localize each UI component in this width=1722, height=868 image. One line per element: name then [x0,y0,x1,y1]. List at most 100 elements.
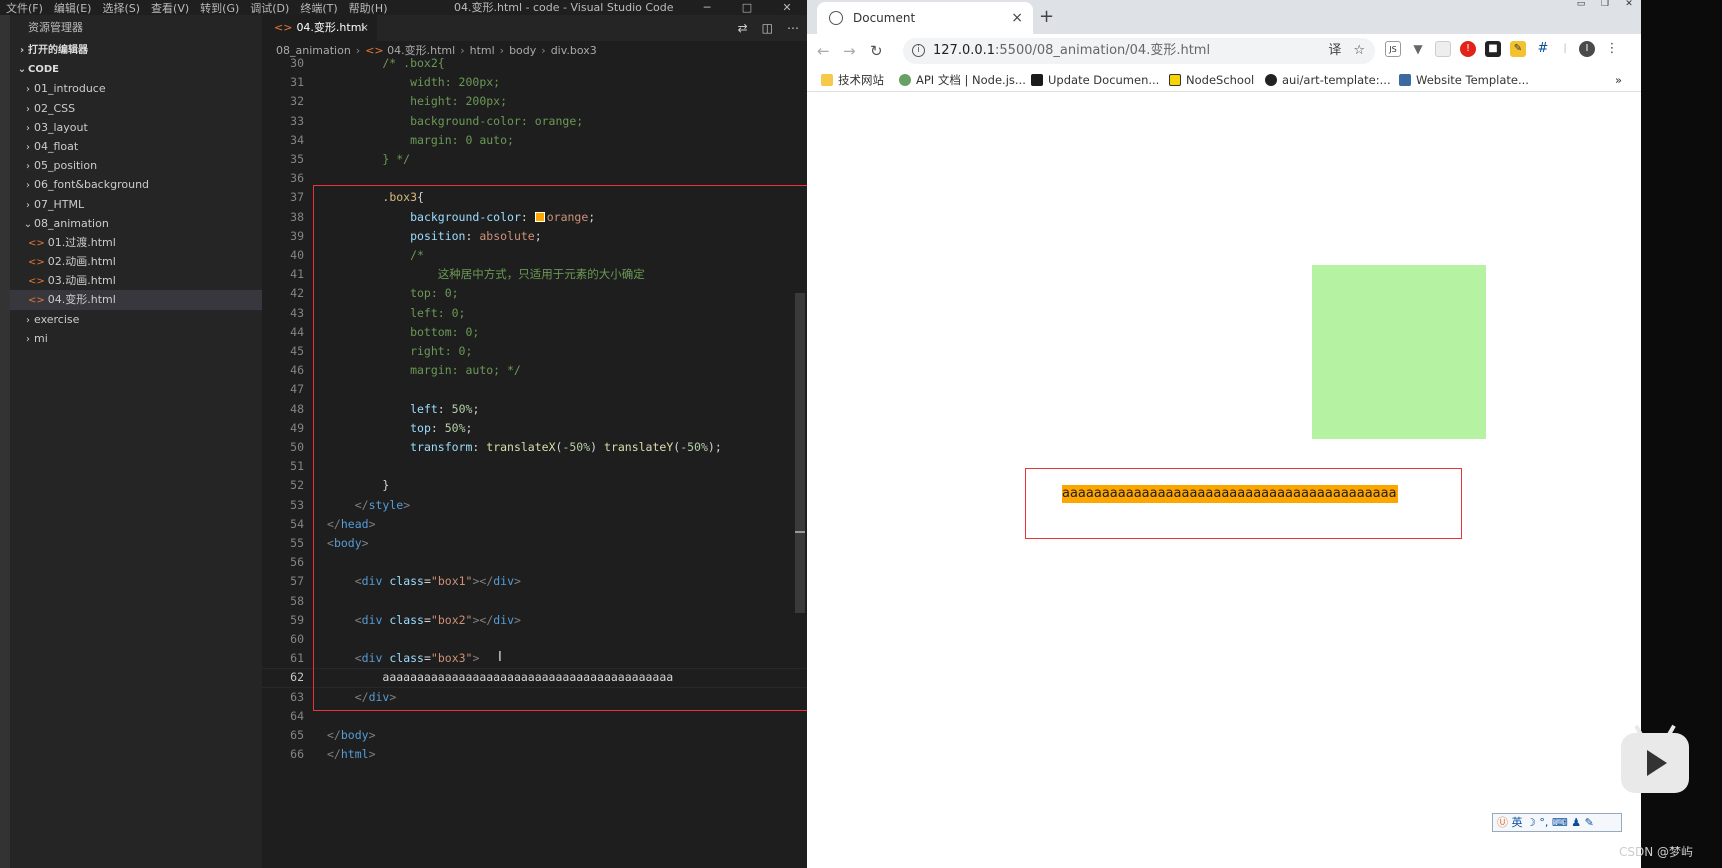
code-line[interactable]: 31 width: 200px; [262,73,807,92]
tab-document[interactable]: Document × [817,2,1033,34]
minimize-icon[interactable]: ▭ [1569,0,1593,9]
box3-orange-text: aaaaaaaaaaaaaaaaaaaaaaaaaaaaaaaaaaaaaaaa… [1062,485,1398,503]
menu-selection[interactable]: 选择(S) [96,0,145,16]
file-item[interactable]: <> 01.过渡.html [10,233,262,252]
folder-item[interactable]: › 05_position [10,156,262,175]
bookmark-nodeschool[interactable]: NodeSchool [1169,68,1254,92]
globe-icon [829,11,843,25]
menu-debug[interactable]: 调试(D) [244,0,294,16]
bookmarks-bar: 技术网站 API 文档 | Node.js... Update Documen.… [807,68,1641,92]
line-number: 49 [290,420,304,435]
bookmark-update-docs[interactable]: Update Documen... [1031,68,1159,92]
folder-item[interactable]: › 03_layout [10,118,262,137]
menu-view[interactable]: 查看(V) [145,0,194,16]
bookmark-star-icon[interactable]: ☆ [1353,38,1365,64]
new-tab-button[interactable]: + [1039,0,1054,34]
editor-scrollbar[interactable] [795,293,805,613]
workspace-section[interactable]: ⌄ CODE [10,60,262,79]
tree-item-label: 05_position [34,159,98,173]
menu-file[interactable]: 文件(F) [0,0,48,16]
line-number: 60 [290,632,304,646]
split-editor-icon[interactable]: ◫ [762,15,773,41]
adblock-extension-icon[interactable]: ! [1460,41,1476,57]
folder-item[interactable]: › exercise [10,310,262,329]
grid-extension-icon[interactable]: # [1535,41,1551,57]
menu-help[interactable]: 帮助(H) [343,0,393,16]
tab-04-bianxing[interactable]: <> 04.变形.html × [262,15,377,41]
bookmark-website-template[interactable]: Website Template... [1399,68,1529,92]
vue-extension-icon[interactable]: ▼ [1410,41,1426,57]
folder-icon [821,74,833,86]
pencil-extension-icon[interactable]: ✎ [1510,41,1526,57]
minimize-button[interactable]: ─ [687,0,727,15]
code-line[interactable]: 32 height: 200px; [262,92,807,111]
tab-close-icon[interactable]: × [1011,2,1023,34]
bookmark-art-template[interactable]: aui/art-template:... [1265,68,1391,92]
editor-actions: ⇄ ◫ ⋯ [738,15,799,41]
info-icon[interactable]: i [912,44,925,57]
code-text: </body> [327,728,376,742]
code-line[interactable]: 65 </body> [262,726,807,745]
file-item[interactable]: <> 02.动画.html [10,252,262,271]
bookmark-nodejs-api[interactable]: API 文档 | Node.js... [899,68,1026,92]
tab-title: Document [853,11,916,25]
menu-terminal[interactable]: 终端(T) [294,0,342,16]
folder-item[interactable]: › 01_introduce [10,79,262,98]
line-number: 34 [290,132,304,147]
folder-item[interactable]: ⌄ 08_animation [10,214,262,233]
maximize-button[interactable]: □ [727,0,767,15]
code-line[interactable]: 33 background-color: orange; [262,112,807,131]
highlight-rectangle [1025,468,1462,539]
reload-button[interactable]: ↻ [870,34,883,68]
translate-icon[interactable]: 译 [1328,38,1341,64]
menu-go[interactable]: 转到(G) [194,0,244,16]
code-line[interactable]: 30 /* .box2{ [262,54,807,73]
folder-item[interactable]: › 04_float [10,137,262,156]
file-item[interactable]: <> 04.变形.html [10,290,262,310]
tree-item-label: 06_font&background [34,178,150,192]
screenshot-extension-icon[interactable]: ■ [1485,41,1501,57]
line-number: 30 [290,56,304,70]
html-file-icon: <> [274,21,293,34]
line-number: 31 [290,75,304,90]
file-tree: › 01_introduce › 02_CSS › 03_layout › 04_float ›… [10,79,262,348]
line-number: 43 [290,305,304,320]
chrome-window-controls: ▭ ❐ ✕ [1569,0,1641,9]
menu-edit[interactable]: 编辑(E) [48,0,97,16]
address-bar[interactable]: i 127.0.0.1:5500/08_animation/04.变形.html… [903,38,1375,64]
code-line[interactable]: 34 margin: 0 auto; [262,131,807,150]
blank-extension-icon[interactable] [1435,41,1451,57]
folder-item[interactable]: › 07_HTML [10,195,262,214]
activity-bar [0,15,10,868]
profile-avatar-icon[interactable]: I [1579,41,1595,57]
close-icon[interactable]: ✕ [1617,0,1641,9]
code-line[interactable]: 66 </html> [262,745,807,764]
kebab-menu-icon[interactable]: ⋮ [1604,41,1620,57]
open-editors-section[interactable]: › 打开的编辑器 [10,41,262,60]
divider-icon: | [1560,41,1570,57]
open-changes-icon[interactable]: ⇄ [738,15,748,41]
more-actions-icon[interactable]: ⋯ [787,15,799,41]
box1-green-square [1312,265,1486,439]
tree-item-label: 03.动画.html [47,274,116,288]
tab-close-icon[interactable]: × [360,15,369,41]
js-extension-icon[interactable]: JS [1385,41,1401,57]
ime-toolbar[interactable]: Ⓤ 英 ☽ °, ⌨ ♟ ✎ [1492,813,1622,832]
bookmarks-overflow-icon[interactable]: » [1615,68,1622,92]
bookmark-folder-tech[interactable]: 技术网站 [821,68,884,92]
code-text: /* .box2{ [327,56,445,70]
video-play-icon[interactable] [1621,724,1689,793]
line-number: 33 [290,113,304,128]
folder-item[interactable]: › 06_font&background [10,175,262,194]
back-button[interactable]: ← [817,34,830,68]
close-button[interactable]: ✕ [767,0,807,15]
chrome-toolbar: ← → ↻ i 127.0.0.1:5500/08_animation/04.变… [807,34,1641,68]
file-item[interactable]: <> 03.动画.html [10,271,262,290]
restore-icon[interactable]: ❐ [1593,0,1617,9]
forward-button[interactable]: → [843,34,856,68]
folder-item[interactable]: › mi [10,329,262,348]
line-number: 46 [290,363,304,378]
code-line[interactable]: 35 } */ [262,150,807,169]
chevron-right-icon: › [26,84,30,96]
folder-item[interactable]: › 02_CSS [10,99,262,118]
